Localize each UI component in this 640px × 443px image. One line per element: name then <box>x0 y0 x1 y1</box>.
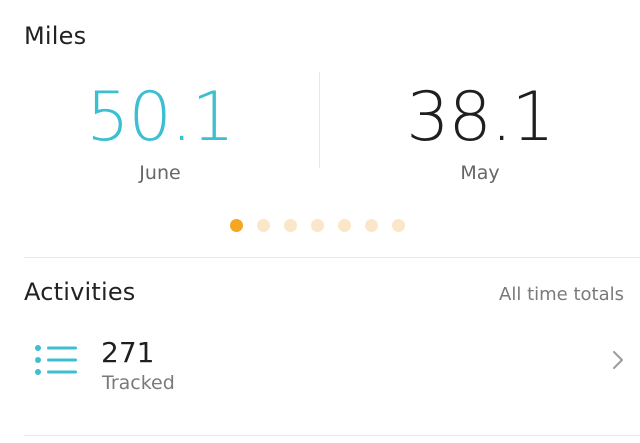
activities-tracked-row[interactable]: 271 Tracked <box>0 324 640 404</box>
page-dot[interactable] <box>365 218 378 232</box>
miles-title: Miles <box>24 22 87 50</box>
page-dot[interactable] <box>311 218 324 232</box>
miles-section: Miles 50.1 June 38.1 May <box>0 0 640 258</box>
chevron-right-icon <box>613 351 623 369</box>
activities-title: Activities <box>24 278 136 306</box>
previous-month-label: May <box>460 162 500 184</box>
section-divider <box>24 257 640 258</box>
section-divider-bottom <box>24 435 640 436</box>
current-month-stat[interactable]: 50.1 June <box>0 78 320 185</box>
page-dot[interactable] <box>338 218 351 232</box>
current-month-label: June <box>139 162 181 184</box>
tracked-label: Tracked <box>102 372 175 394</box>
page-dot[interactable] <box>392 218 405 232</box>
page-dot-active[interactable] <box>230 218 243 232</box>
all-time-totals-link[interactable]: All time totals <box>499 284 624 305</box>
page-dot[interactable] <box>257 218 270 232</box>
previous-month-stat[interactable]: 38.1 May <box>320 78 640 185</box>
page-dot[interactable] <box>284 218 297 232</box>
list-icon <box>35 345 77 375</box>
current-month-miles: 50.1 <box>86 78 234 157</box>
tracked-count: 271 <box>101 336 155 369</box>
page-indicator[interactable] <box>230 218 405 232</box>
previous-month-miles: 38.1 <box>406 78 554 157</box>
